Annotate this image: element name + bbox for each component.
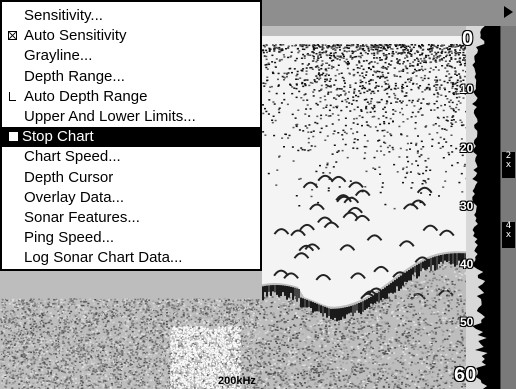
depth-label-bottom: 60 bbox=[454, 364, 477, 386]
menu-item-label: Grayline... bbox=[24, 47, 93, 65]
menu-item-overlay-data[interactable]: Overlay Data... bbox=[2, 188, 260, 208]
depth-label-40: 40 bbox=[460, 257, 474, 271]
menu-item-sensitivity[interactable]: Sensitivity... bbox=[2, 6, 260, 26]
menu-item-label: Upper And Lower Limits... bbox=[24, 107, 196, 125]
menu-item-label: Auto Depth Range bbox=[24, 87, 148, 105]
menu-item-auto-depth-range[interactable]: Auto Depth Range bbox=[2, 87, 260, 107]
depth-label-50: 50 bbox=[460, 315, 474, 329]
menu-item-label: Depth Cursor bbox=[24, 168, 114, 186]
depth-label-20: 20 bbox=[460, 141, 474, 155]
menu-item-label: Sonar Features... bbox=[24, 208, 140, 226]
zoom-lower-label: 4x bbox=[505, 221, 512, 240]
zoom-4x-marker[interactable]: 4x bbox=[502, 222, 515, 248]
menu-item-sonar-features[interactable]: Sonar Features... bbox=[2, 208, 260, 228]
menu-item-label: Overlay Data... bbox=[24, 188, 125, 206]
menu-item-auto-sensitivity[interactable]: Auto Sensitivity bbox=[2, 26, 260, 46]
menu-item-grayline[interactable]: Grayline... bbox=[2, 46, 260, 66]
checkbox-checked-icon bbox=[8, 31, 17, 41]
zoom-bar: 2x 4x bbox=[500, 26, 516, 389]
checkbox-filled-icon bbox=[9, 132, 18, 142]
menu-item-label: Log Sonar Chart Data... bbox=[24, 249, 183, 267]
menu-item-label: Auto Sensitivity bbox=[24, 27, 127, 45]
menu-item-chart-speed[interactable]: Chart Speed... bbox=[2, 147, 260, 167]
checkbox-unchecked-icon bbox=[9, 91, 16, 101]
menu-item-stop-chart[interactable]: Stop Chart bbox=[2, 127, 260, 148]
menu-item-ping-speed[interactable]: Ping Speed... bbox=[2, 228, 260, 248]
zoom-upper-label: 2x bbox=[505, 151, 512, 170]
zoom-2x-marker[interactable]: 2x bbox=[502, 152, 515, 178]
depth-scale: 0 10 20 30 40 50 60 bbox=[454, 26, 500, 389]
frequency-label: 200kHz bbox=[218, 375, 256, 387]
depth-label-10: 10 bbox=[460, 82, 474, 96]
menu-item-depth-cursor[interactable]: Depth Cursor bbox=[2, 168, 260, 188]
sonar-menu: Sensitivity... Auto Sensitivity Grayline..… bbox=[0, 0, 262, 271]
depth-label-30: 30 bbox=[460, 199, 474, 213]
menu-item-label: Sensitivity... bbox=[24, 7, 103, 24]
menu-item-label: Chart Speed... bbox=[24, 148, 121, 166]
depth-label-top: 0 bbox=[462, 28, 474, 50]
menu-item-label: Stop Chart bbox=[22, 128, 94, 146]
menu-item-label: Depth Range... bbox=[24, 67, 125, 85]
menu-item-depth-range[interactable]: Depth Range... bbox=[2, 67, 260, 87]
right-arrow-icon[interactable] bbox=[504, 6, 513, 18]
menu-item-upper-and-lower-limits[interactable]: Upper And Lower Limits... bbox=[2, 107, 260, 127]
menu-item-label: Ping Speed... bbox=[24, 229, 115, 247]
sonar-screen: 0 10 20 30 40 50 60 2x 4x 200kHz Sensiti… bbox=[0, 0, 516, 389]
menu-item-log-sonar-chart-data[interactable]: Log Sonar Chart Data... bbox=[2, 248, 260, 268]
